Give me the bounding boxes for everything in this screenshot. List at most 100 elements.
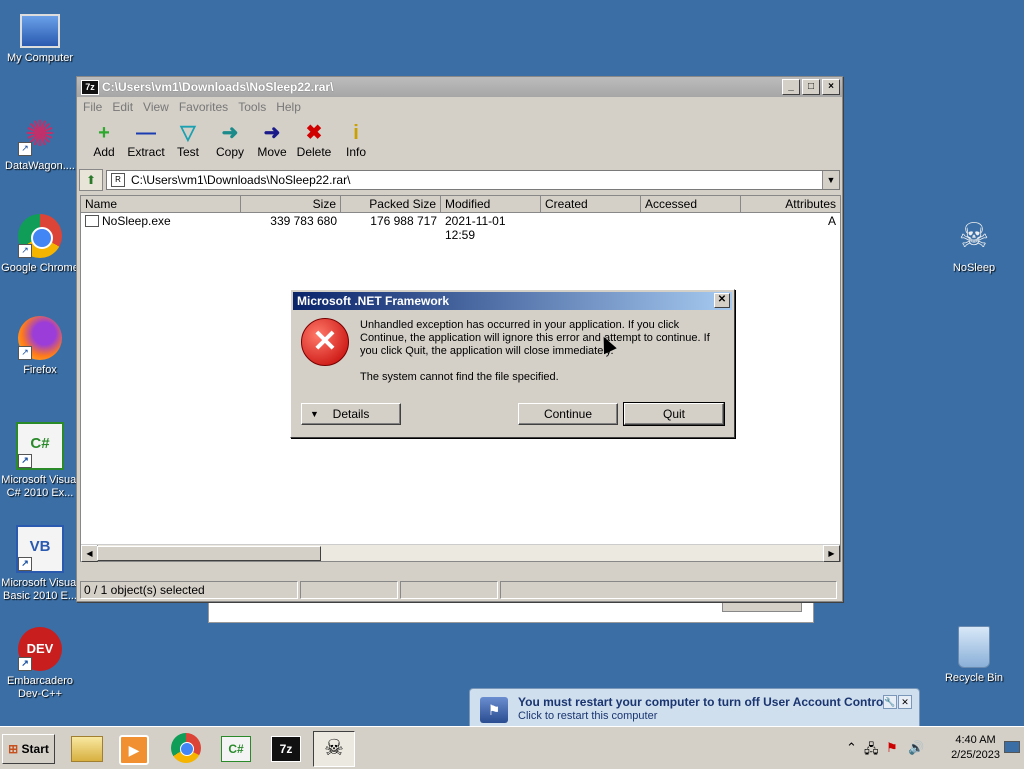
status-text: 0 / 1 object(s) selected <box>80 581 298 599</box>
col-accessed[interactable]: Accessed <box>641 196 741 212</box>
desktop-icon-label: Recycle Bin <box>944 672 1004 684</box>
test-button[interactable]: ▽ Test <box>167 117 209 159</box>
balloon-close-button[interactable]: ✕ <box>898 695 912 709</box>
scroll-right-icon[interactable]: ▶ <box>823 545 840 562</box>
chevron-down-icon[interactable]: ▼ <box>822 171 839 189</box>
dialog-detail: The system cannot find the file specifie… <box>360 371 559 383</box>
clock-time: 4:40 AM <box>955 734 996 746</box>
desktop-icon-label: NoSleep <box>952 262 996 274</box>
col-created[interactable]: Created <box>541 196 641 212</box>
desktop-icon-label: Firefox <box>23 364 57 376</box>
show-desktop-icon[interactable] <box>1004 737 1022 757</box>
uac-flag-icon: ⚑ <box>480 697 508 723</box>
col-attributes[interactable]: Attributes <box>741 196 840 212</box>
copy-button[interactable]: ➜ Copy <box>209 117 251 159</box>
delete-icon: ✖ <box>305 122 323 144</box>
horizontal-scrollbar[interactable]: ◀ ▶ <box>81 544 840 562</box>
quit-button[interactable]: Quit <box>623 402 725 426</box>
desktop-icon-label: Embarcadero Dev-C++ <box>6 675 74 700</box>
csharp-icon: C# ↗ <box>16 422 64 470</box>
add-button[interactable]: + Add <box>83 117 125 159</box>
balloon-subtitle: Click to restart this computer <box>518 710 658 722</box>
volume-icon[interactable]: 🔊 <box>908 740 924 756</box>
continue-button[interactable]: Continue <box>518 403 618 425</box>
chrome-icon: ↗ <box>18 214 62 258</box>
wrench-icon[interactable]: 🔧 <box>883 695 897 709</box>
explorer-icon[interactable] <box>67 731 107 765</box>
col-name[interactable]: Name <box>81 196 241 212</box>
action-center-icon[interactable]: ⚑ <box>886 740 898 756</box>
test-icon: ▽ <box>180 122 196 144</box>
dotnet-error-dialog: Microsoft .NET Framework ✕ ✕ Unhandled e… <box>290 289 735 438</box>
extract-icon: — <box>136 122 156 144</box>
dialog-titlebar[interactable]: Microsoft .NET Framework ✕ <box>293 292 732 310</box>
desktop-icon-datawagon[interactable]: ✺ ↗ DataWagon.... <box>0 112 80 173</box>
window-titlebar[interactable]: 7z C:\Users\vm1\Downloads\NoSleep22.rar\… <box>77 77 842 97</box>
details-button[interactable]: ▼ Details <box>301 403 401 425</box>
col-size[interactable]: Size <box>241 196 341 212</box>
cell-size: 339 783 680 <box>270 214 337 228</box>
desktop-icon-label: DataWagon.... <box>5 160 75 172</box>
sevenzip-app-icon: 7z <box>81 79 99 95</box>
status-cell <box>400 581 498 599</box>
cell-modified: 2021-11-01 12:59 <box>445 214 506 242</box>
clock[interactable]: 4:40 AM 2/25/2023 <box>951 733 1000 763</box>
desktop-icon-vcsharp[interactable]: C# ↗ Microsoft Visual C# 2010 Ex... <box>0 422 80 500</box>
address-field[interactable]: R C:\Users\vm1\Downloads\NoSleep22.rar\ … <box>106 170 840 190</box>
delete-button[interactable]: ✖ Delete <box>293 117 335 159</box>
dialog-title: Microsoft .NET Framework <box>297 294 450 308</box>
dialog-close-button[interactable]: ✕ <box>714 293 730 308</box>
media-player-icon[interactable]: ▶ <box>114 731 154 765</box>
info-button[interactable]: i Info <box>335 117 377 159</box>
scrollbar-thumb[interactable] <box>97 546 321 561</box>
minimize-button[interactable]: _ <box>782 79 800 95</box>
desktop-icon-devcpp[interactable]: DEV ↗ Embarcadero Dev-C++ <box>0 627 80 701</box>
desktop-icon-firefox[interactable]: ↗ Firefox <box>0 316 80 377</box>
desktop-icon-vbasic[interactable]: VB ↗ Microsoft Visual Basic 2010 E... <box>0 525 80 603</box>
dialog-message: Unhandled exception has occurred in your… <box>360 319 710 357</box>
cell-attributes: A <box>827 214 836 228</box>
shortcut-arrow-icon: ↗ <box>18 557 32 571</box>
menu-view[interactable]: View <box>143 100 169 114</box>
sevenzip-icon[interactable]: 7z <box>266 731 306 765</box>
network-icon[interactable]: 🖧 <box>864 740 879 762</box>
vb-icon: VB ↗ <box>16 525 64 573</box>
scroll-left-icon[interactable]: ◀ <box>81 545 98 562</box>
table-row[interactable]: NoSleep.exe 339 783 680 176 988 717 2021… <box>81 213 840 242</box>
csharp-icon[interactable]: C# <box>216 731 256 765</box>
menu-file[interactable]: File <box>83 100 102 114</box>
close-button[interactable]: × <box>822 79 840 95</box>
col-modified[interactable]: Modified <box>441 196 541 212</box>
exe-file-icon <box>85 215 99 227</box>
menu-edit[interactable]: Edit <box>112 100 133 114</box>
firefox-icon: ↗ <box>18 316 62 360</box>
desktop-icon-recycle-bin[interactable]: Recycle Bin <box>934 626 1014 685</box>
chrome-icon[interactable] <box>166 731 206 765</box>
toolbar: + Add — Extract ▽ Test ➜ Copy ➜ Move ✖ Delete … <box>77 117 842 167</box>
cell-accessed <box>641 213 741 229</box>
menu-tools[interactable]: Tools <box>238 100 266 114</box>
taskbar: ⊞ Start ▶ C# 7z ☠ ⌃ 🖧 ⚑ 🔊 4:40 AM 2/25/2… <box>0 726 1024 769</box>
error-icon: ✕ <box>301 318 349 366</box>
desktop-icon-label: Google Chrome <box>1 262 79 274</box>
desktop-icon-chrome[interactable]: ↗ Google Chrome <box>0 214 80 275</box>
balloon-title: You must restart your computer to turn o… <box>518 695 887 709</box>
address-bar: ⬆ R C:\Users\vm1\Downloads\NoSleep22.rar… <box>79 169 840 191</box>
tray-overflow-icon[interactable]: ⌃ <box>846 740 857 756</box>
nosleep-icon[interactable]: ☠ <box>313 731 355 767</box>
extract-button[interactable]: — Extract <box>125 117 167 159</box>
move-button[interactable]: ➜ Move <box>251 117 293 159</box>
col-packed-size[interactable]: Packed Size <box>341 196 441 212</box>
menu-help[interactable]: Help <box>276 100 301 114</box>
archive-icon: R <box>111 173 125 187</box>
desktop-icon-my-computer[interactable]: My Computer <box>0 10 80 65</box>
computer-icon <box>20 14 60 48</box>
maximize-button[interactable]: □ <box>802 79 820 95</box>
uac-notification-balloon[interactable]: ⚑ You must restart your computer to turn… <box>469 688 920 731</box>
up-folder-button[interactable]: ⬆ <box>79 169 103 191</box>
desktop-icon-label: Microsoft Visual C# 2010 Ex... <box>1 474 79 499</box>
menu-favorites[interactable]: Favorites <box>179 100 228 114</box>
start-button[interactable]: ⊞ Start <box>2 734 55 764</box>
desktop-icon-nosleep[interactable]: ☠ NoSleep <box>934 214 1014 275</box>
column-headers: Name Size Packed Size Modified Created A… <box>81 196 840 213</box>
